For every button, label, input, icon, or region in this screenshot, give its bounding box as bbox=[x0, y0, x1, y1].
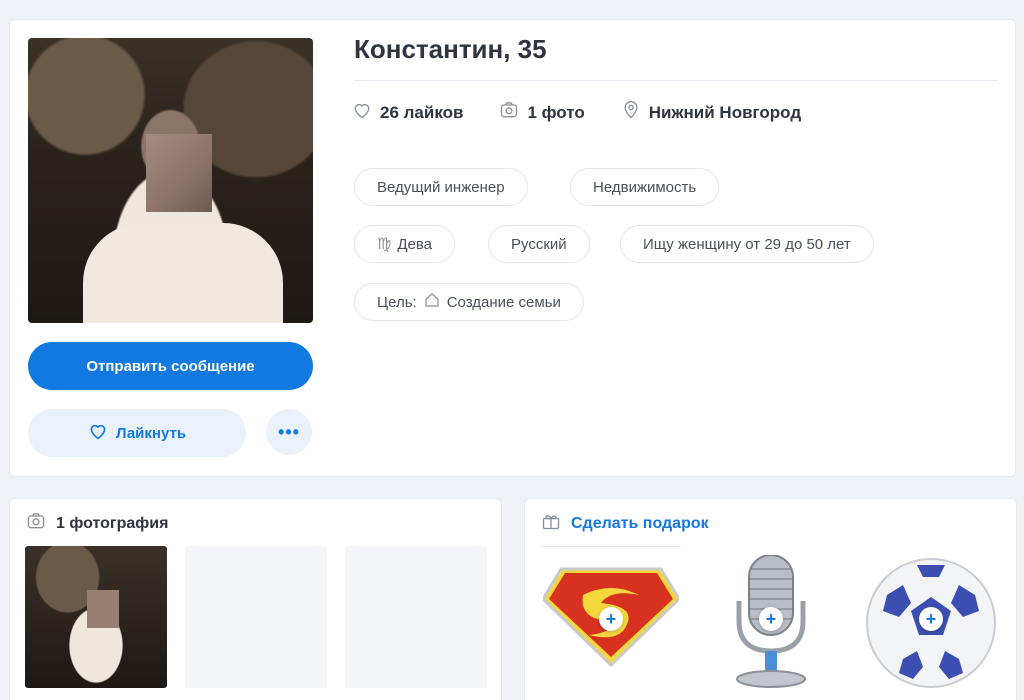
gift-icon bbox=[541, 511, 561, 536]
profile-stats: 26 лайков 1 фото Нижний Новгород bbox=[352, 100, 801, 125]
tag-seeking: Ищу женщину от 29 до 50 лет bbox=[620, 225, 874, 263]
tag-nationality-label: Русский bbox=[511, 235, 567, 253]
location-pin-icon bbox=[621, 100, 641, 125]
like-button[interactable]: Лайкнуть bbox=[28, 409, 246, 457]
city-name: Нижний Новгород bbox=[648, 102, 802, 122]
heart-icon bbox=[88, 422, 108, 444]
virgo-icon: ♍ bbox=[377, 236, 392, 253]
photos-section-title: 1 фотография bbox=[56, 514, 169, 532]
gifts-section-title: Сделать подарок bbox=[571, 514, 709, 532]
gifts-header-underline bbox=[541, 546, 681, 547]
tag-goal: Цель: Создание семьи bbox=[354, 283, 584, 321]
tag-job: Ведущий инженер bbox=[354, 168, 528, 206]
add-gift-plus[interactable]: + bbox=[919, 607, 943, 631]
send-message-label: Отправить сообщение bbox=[86, 357, 255, 375]
like-label: Лайкнуть bbox=[115, 424, 187, 442]
tag-goal-prefix: Цель: bbox=[377, 293, 417, 311]
tag-zodiac-label: Дева bbox=[397, 235, 432, 253]
tag-nationality: Русский bbox=[488, 225, 590, 263]
camera-icon bbox=[26, 511, 46, 536]
tag-seeking-label: Ищу женщину от 29 до 50 лет bbox=[643, 235, 851, 253]
home-icon bbox=[423, 291, 441, 313]
add-gift-plus[interactable]: + bbox=[759, 607, 783, 631]
likes-count: 26 лайков bbox=[380, 102, 464, 122]
photo-face-blur bbox=[87, 590, 119, 628]
camera-icon bbox=[499, 100, 519, 125]
photos-card: 1 фотография bbox=[9, 498, 502, 700]
photo-face-blur bbox=[146, 134, 212, 212]
add-gift-plus[interactable]: + bbox=[599, 607, 623, 631]
tag-goal-value: Создание семьи bbox=[446, 293, 561, 311]
photos-count: 1 фото bbox=[527, 102, 585, 122]
heart-icon bbox=[352, 100, 372, 125]
gifts-card: Сделать подарок + + + bbox=[524, 498, 1017, 700]
photo-placeholder bbox=[345, 546, 487, 688]
profile-card: Отправить сообщение Лайкнуть ••• Констан… bbox=[9, 19, 1016, 477]
city-stat: Нижний Новгород bbox=[621, 100, 801, 125]
gifts-section-header[interactable]: Сделать подарок bbox=[541, 511, 709, 536]
send-message-button[interactable]: Отправить сообщение bbox=[28, 342, 313, 390]
tag-industry: Недвижимость bbox=[570, 168, 720, 206]
more-options-button[interactable]: ••• bbox=[266, 409, 312, 455]
photo-thumbnail[interactable] bbox=[25, 546, 167, 688]
photo-placeholder bbox=[185, 546, 327, 688]
tag-job-label: Ведущий инженер bbox=[377, 178, 505, 196]
profile-photo[interactable] bbox=[28, 38, 313, 323]
profile-name-age: Константин, 35 bbox=[354, 34, 547, 64]
header-divider bbox=[354, 80, 998, 81]
photo-shirt-shape bbox=[83, 223, 283, 323]
microphone-gift[interactable]: + bbox=[703, 554, 839, 691]
superman-emblem-gift[interactable]: + bbox=[541, 555, 681, 691]
photos-stat[interactable]: 1 фото bbox=[499, 100, 585, 125]
soccer-ball-gift[interactable]: + bbox=[863, 555, 999, 691]
tag-industry-label: Недвижимость bbox=[593, 178, 697, 196]
photos-section-header: 1 фотография bbox=[26, 511, 168, 536]
more-icon: ••• bbox=[278, 421, 300, 442]
tag-zodiac: ♍ Дева bbox=[354, 225, 455, 263]
likes-stat: 26 лайков bbox=[352, 100, 463, 125]
